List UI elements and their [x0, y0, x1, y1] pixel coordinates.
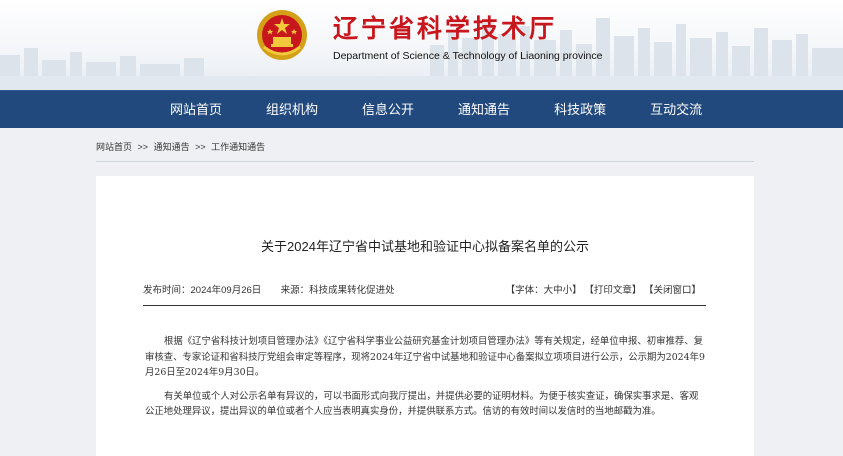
nav-item-notices[interactable]: 通知通告	[436, 91, 532, 128]
site-subtitle: Department of Science & Technology of Li…	[333, 50, 603, 62]
breadcrumb-separator: >>	[137, 142, 149, 152]
national-emblem-icon	[257, 10, 307, 60]
article-paragraph: 根据《辽宁省科技计划项目管理办法》《辽宁省科学事业公益研究基金计划项目管理办法》…	[145, 336, 705, 378]
breadcrumb-home[interactable]: 网站首页	[96, 142, 132, 152]
nav-item-organization[interactable]: 组织机构	[244, 91, 340, 128]
nav-item-policies[interactable]: 科技政策	[532, 91, 628, 128]
main-nav: 网站首页 组织机构 信息公开 通知通告 科技政策 互动交流	[0, 90, 843, 128]
article-meta: 发布时间：2024年09月26日 来源：科技成果转化促进处 【字体：大中小】 【…	[143, 284, 752, 304]
article-title: 关于2024年辽宁省中试基地和验证中心拟备案名单的公示	[261, 239, 589, 254]
nav-item-info-disclosure[interactable]: 信息公开	[340, 91, 436, 128]
breadcrumb-notices[interactable]: 通知通告	[154, 142, 190, 152]
article-tools: 【字体：大中小】 【打印文章】 【关闭窗口】	[506, 284, 701, 298]
meta-divider	[143, 305, 706, 306]
nav-list: 网站首页 组织机构 信息公开 通知通告 科技政策 互动交流	[148, 91, 724, 128]
nav-item-interaction[interactable]: 互动交流	[628, 91, 724, 128]
breadcrumb-work-notices[interactable]: 工作通知通告	[211, 142, 265, 152]
breadcrumb-separator: >>	[195, 142, 206, 152]
article-source: 来源：科技成果转化促进处	[280, 285, 395, 296]
article-panel: 关于2024年辽宁省中试基地和验证中心拟备案名单的公示 发布时间：2024年09…	[96, 176, 754, 456]
article-body: 根据《辽宁省科技计划项目管理办法》《辽宁省科学事业公益研究基金计划项目管理办法》…	[145, 334, 707, 428]
publish-date: 发布时间：2024年09月26日	[143, 285, 262, 296]
site-title: 辽宁省科学技术厅	[333, 14, 558, 43]
print-article-button[interactable]: 【打印文章】	[584, 285, 641, 296]
site-header: 辽宁省科学技术厅 Department of Science & Technol…	[0, 0, 843, 90]
breadcrumb: 网站首页 >> 通知通告 >> 工作通知通告	[96, 140, 754, 162]
font-size-tool[interactable]: 【字体：大中小】	[506, 285, 582, 296]
close-window-button[interactable]: 【关闭窗口】	[644, 285, 701, 296]
nav-item-home[interactable]: 网站首页	[148, 91, 244, 128]
article-paragraph: 有关单位或个人对公示名单有异议的，可以书面形式向我厅提出，并提供必要的证明材料。…	[145, 390, 699, 418]
